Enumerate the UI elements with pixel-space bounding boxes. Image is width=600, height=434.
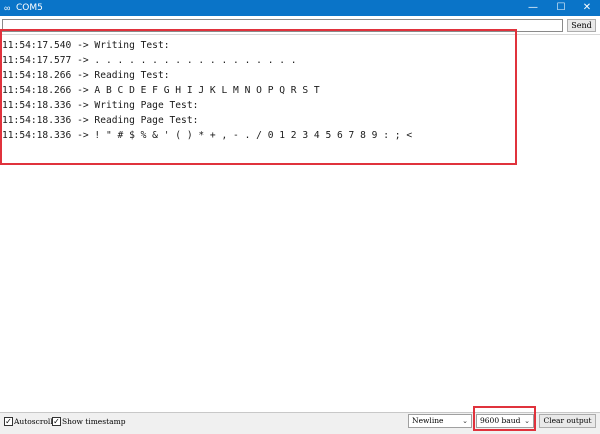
baud-rate-value: 9600 baud xyxy=(480,416,521,425)
chevron-down-icon: ⌄ xyxy=(462,417,468,425)
line-ending-value: Newline xyxy=(412,416,444,425)
send-button[interactable]: Send xyxy=(567,19,596,32)
output-line: 11:54:18.266 -> A B C D E F G H I J K L … xyxy=(2,85,320,96)
autoscroll-checkbox[interactable]: ✓ xyxy=(4,417,13,426)
baud-rate-select[interactable]: 9600 baud ⌄ xyxy=(476,414,534,428)
serial-output[interactable]: 11:54:17.540 -> Writing Test: 11:54:17.5… xyxy=(0,34,600,412)
output-line: 11:54:17.540 -> Writing Test: xyxy=(2,40,170,51)
line-ending-select[interactable]: Newline ⌄ xyxy=(408,414,472,428)
window-title: COM5 xyxy=(16,3,43,13)
title-bar: ∞ COM5 — ☐ ✕ xyxy=(0,0,600,16)
close-icon[interactable]: ✕ xyxy=(573,0,600,16)
show-timestamp-label: Show timestamp xyxy=(62,417,126,426)
maximize-icon[interactable]: ☐ xyxy=(547,0,575,16)
output-lines: 11:54:17.540 -> Writing Test: 11:54:17.5… xyxy=(2,38,412,143)
minimize-icon[interactable]: — xyxy=(519,0,547,16)
send-input[interactable] xyxy=(2,19,563,32)
send-bar: Send xyxy=(0,16,600,34)
output-line: 11:54:18.266 -> Reading Test: xyxy=(2,70,170,81)
output-line: 11:54:18.336 -> Writing Page Test: xyxy=(2,100,199,111)
clear-output-button[interactable]: Clear output xyxy=(539,414,596,428)
autoscroll-label: Autoscroll xyxy=(14,417,53,426)
output-line: 11:54:17.577 -> . . . . . . . . . . . . … xyxy=(2,55,297,66)
output-line: 11:54:18.336 -> Reading Page Test: xyxy=(2,115,199,126)
chevron-down-icon: ⌄ xyxy=(524,417,530,425)
arduino-infinity-icon: ∞ xyxy=(4,3,11,13)
show-timestamp-checkbox[interactable]: ✓ xyxy=(52,417,61,426)
output-line: 11:54:18.336 -> ! " # $ % & ' ( ) * + , … xyxy=(2,130,413,141)
